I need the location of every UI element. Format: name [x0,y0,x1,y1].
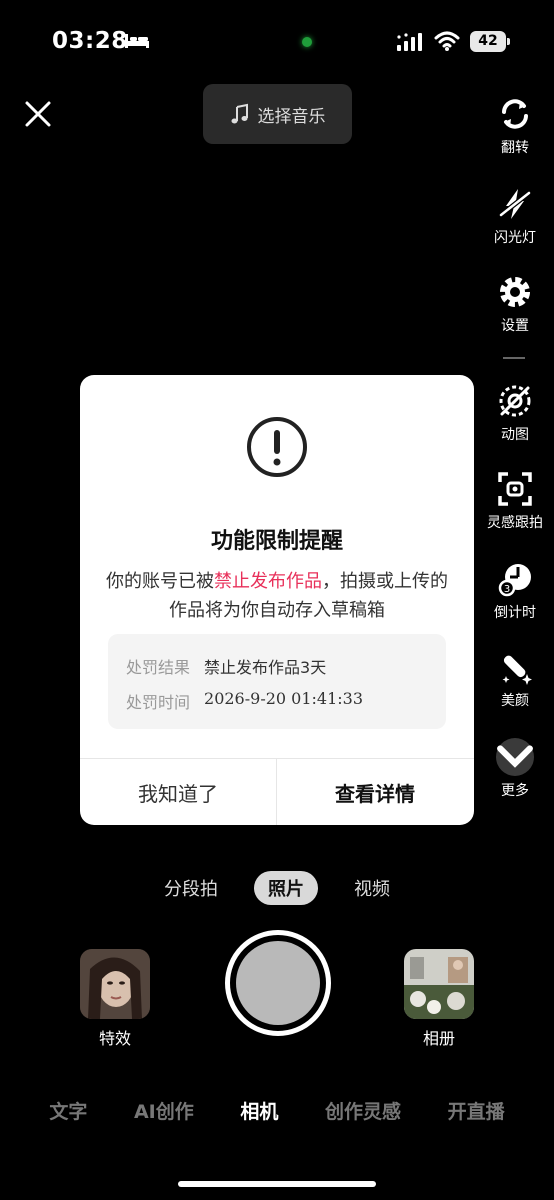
rail-label: 灵感跟拍 [487,515,543,531]
mode-photo[interactable]: 照片 [254,871,318,905]
album-label: 相册 [422,1029,455,1048]
acknowledge-button[interactable]: 我知道了 [80,759,276,825]
dialog-title: 功能限制提醒 [210,529,343,554]
camera-in-use-indicator [302,37,312,47]
penalty-result-key: 处罚结果 [126,658,191,677]
mode-video[interactable]: 视频 [340,871,404,905]
rail-flip[interactable]: 翻转 [484,95,546,157]
rail-beauty[interactable]: 美颜 [484,648,546,710]
penalty-time-value: 2026-9-20 01:41:33 [204,689,364,708]
tab-live[interactable]: 开直播 [448,1097,505,1124]
timer-icon: 3 [498,564,531,597]
battery-indicator: 42 [470,31,510,52]
rail-gif[interactable]: 动图 [484,382,546,444]
penalty-result-value: 禁止发布作品3天 [204,658,327,677]
rail-label: 闪光灯 [494,230,536,246]
view-details-button[interactable]: 查看详情 [277,759,473,825]
tab-ai-create[interactable]: AI创作 [134,1097,194,1124]
alert-icon [247,417,307,477]
tab-text[interactable]: 文字 [49,1097,87,1124]
svg-text:3: 3 [504,584,510,595]
sleep-bed-icon [125,34,149,48]
rail-label: 动图 [501,427,529,443]
rail-label: 翻转 [501,140,529,156]
beauty-icon [502,655,532,685]
chevron-down-icon [497,745,533,768]
music-note-icon [231,103,248,124]
restriction-dialog: 功能限制提醒 你的账号已被禁止发布作品，拍摄或上传的作品将为你自动存入草稿箱 处… [80,375,474,825]
penalty-result-row: 处罚结果 禁止发布作品3天 [126,654,326,678]
rail-divider [503,357,525,359]
inspiration-icon [498,472,532,506]
select-music-button[interactable]: 选择音乐 [203,84,352,144]
wifi-icon [434,31,460,51]
rail-more[interactable]: 更多 [484,738,546,800]
flip-icon [502,99,528,129]
rail-settings[interactable]: 设置 [484,273,546,335]
effects-thumbnail [80,949,150,1019]
rail-label: 倒计时 [494,605,536,621]
dialog-msg-highlight: 禁止发布作品 [214,571,322,592]
rail-timer[interactable]: 3 倒计时 [484,560,546,622]
penalty-time-row: 处罚时间 2026-9-20 01:41:33 [126,689,363,713]
tab-camera[interactable]: 相机 [240,1097,278,1124]
shutter-button[interactable] [225,930,331,1036]
capture-mode-switcher: 分段拍 照片 视频 [0,871,554,905]
status-time: 03:28 [52,28,128,54]
bottom-tab-bar: 文字 AI创作 相机 创作灵感 开直播 [0,1097,554,1124]
cellular-signal-icon [397,33,422,51]
rail-label: 美颜 [501,693,529,709]
dialog-msg-pre: 你的账号已被 [106,571,214,592]
rail-label: 设置 [501,318,529,334]
rail-label: 更多 [501,783,529,799]
album-thumbnail [404,949,474,1019]
more-circle [496,738,534,776]
effects-label: 特效 [98,1029,131,1048]
shutter-inner [236,941,320,1025]
close-icon[interactable] [22,98,54,130]
tab-inspiration[interactable]: 创作灵感 [325,1097,401,1124]
penalty-info-box: 处罚结果 禁止发布作品3天 处罚时间 2026-9-20 01:41:33 [108,634,446,729]
dialog-message: 你的账号已被禁止发布作品，拍摄或上传的作品将为你自动存入草稿箱 [100,567,454,625]
music-label: 选择音乐 [257,106,326,127]
rail-flash[interactable]: 闪光灯 [484,185,546,247]
penalty-time-key: 处罚时间 [126,693,191,712]
effects-button[interactable]: 特效 [80,949,150,1049]
flash-off-icon [499,189,531,219]
home-indicator[interactable] [178,1181,376,1187]
gear-icon [500,277,530,307]
rail-inspiration[interactable]: 灵感跟拍 [484,470,546,532]
album-button[interactable]: 相册 [404,949,474,1049]
gif-off-icon [499,385,531,417]
mode-segment[interactable]: 分段拍 [150,871,232,905]
